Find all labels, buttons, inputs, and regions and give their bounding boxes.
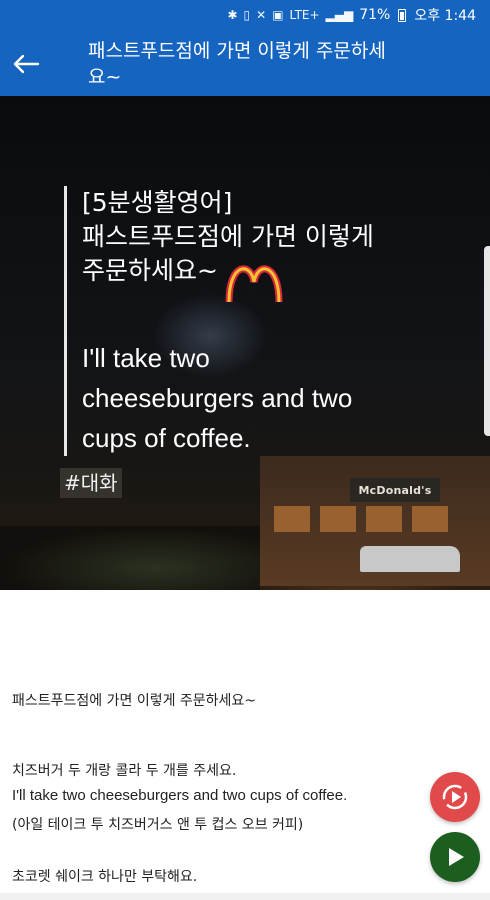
play-button[interactable] (430, 832, 480, 882)
hero-english-sentence: I'll take two cheeseburgers and two cups… (82, 338, 462, 458)
trees-silhouette (0, 526, 260, 590)
car (360, 546, 460, 572)
window (320, 506, 356, 532)
hero-title-line: 패스트푸드점에 가면 이렇게 (82, 222, 374, 251)
repeat-button[interactable] (430, 772, 480, 822)
page-title: 패스트푸드점에 가면 이렇게 주문하세요~ (88, 40, 386, 88)
play-icon (449, 848, 464, 866)
battery-percent: 71% (359, 7, 391, 23)
back-button[interactable] (10, 48, 42, 80)
mute-icon: ✕ (256, 8, 267, 22)
repeat-play-icon (442, 784, 468, 810)
korean-sentence: 치즈버거 두 개랑 콜라 두 개를 주세요. (12, 763, 237, 779)
hero-title-line: 주문하세요~ (82, 256, 218, 285)
bluetooth-icon: ✱ (227, 8, 238, 22)
pronunciation: (아일 테이크 투 치즈버거스 앤 투 컵스 오브 커피) (12, 817, 304, 833)
bottom-divider (0, 893, 490, 900)
window (274, 506, 310, 532)
quote-bar (64, 186, 67, 456)
hashtag-badge[interactable]: #대화 (60, 468, 122, 498)
window (366, 506, 402, 532)
scroll-handle[interactable] (484, 246, 490, 436)
restaurant-sign: McDonald's (350, 478, 440, 502)
hero-english-line: cheeseburgers and two (82, 383, 353, 413)
window (412, 506, 448, 532)
clock: 오후 1:44 (414, 8, 476, 24)
hero-english-line: I'll take two (82, 343, 210, 373)
hero-image: McDonald's [5분생활영어] 패스트푸드점에 가면 이렇게 주문하세요… (0, 96, 490, 590)
battery-icon (398, 8, 407, 22)
arrow-left-icon (13, 54, 40, 74)
lte-label: LTE+ (289, 8, 320, 22)
status-bar: ✱ ▯ ✕ ▣ LTE+ ▂▄▆ 71% 오후 1:44 (0, 0, 490, 30)
vibrate-icon: ▯ (243, 8, 251, 22)
article-title: 패스트푸드점에 가면 이렇게 주문하세요~ (12, 693, 257, 709)
hero-headline: [5분생활영어] 패스트푸드점에 가면 이렇게 주문하세요~ (82, 186, 462, 288)
hero-english-line: cups of coffee. (82, 423, 251, 453)
english-sentence: I'll take two cheeseburgers and two cups… (12, 787, 348, 804)
app-bar: 패스트푸드점에 가면 이렇게 주문하세요~ (0, 30, 490, 96)
hero-series-title: [5분생활영어] (82, 188, 233, 217)
signal-icon: ▂▄▆ (325, 8, 354, 22)
korean-sentence: 초코렛 쉐이크 하나만 부탁해요. (12, 869, 198, 885)
hd-icon: ▣ (272, 8, 284, 22)
